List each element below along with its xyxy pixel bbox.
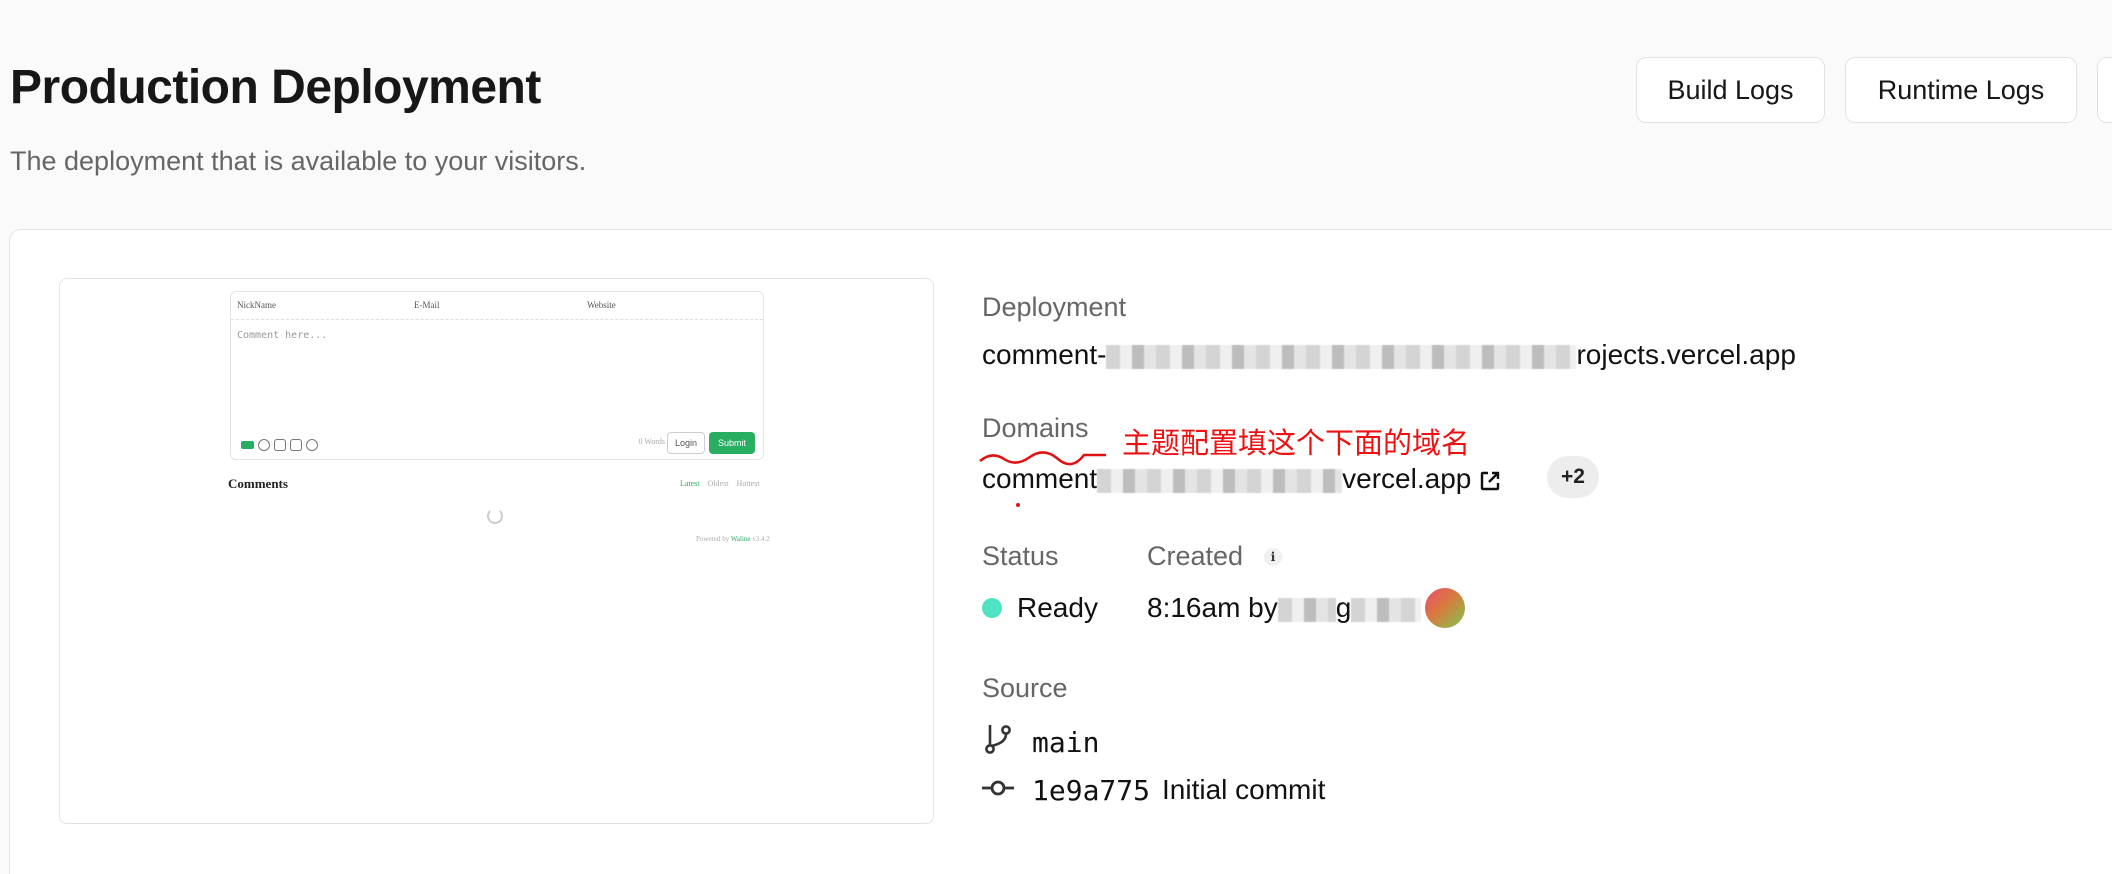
redacted-text: [1351, 597, 1422, 622]
image-icon: [290, 439, 302, 451]
runtime-logs-button[interactable]: Runtime Logs: [1845, 57, 2077, 123]
comment-toolbar: [241, 439, 318, 451]
git-commit-icon: [982, 780, 1014, 796]
comments-title: Comments: [228, 476, 288, 491]
deployment-preview[interactable]: NickName E-Mail Website Comment here... …: [59, 278, 934, 824]
loading-spinner-icon: [487, 508, 503, 524]
created-time: 8:16am by: [1147, 592, 1278, 623]
redacted-text: [1277, 597, 1336, 622]
website-field: Website: [587, 300, 616, 310]
preview-icon: [306, 439, 318, 451]
email-field: E-Mail: [414, 300, 440, 310]
submit-button: Submit: [709, 432, 755, 454]
deployment-url-suffix: rojects.vercel.app: [1576, 339, 1796, 370]
sort-latest: Latest: [680, 479, 700, 488]
markdown-icon: [241, 441, 254, 449]
redacted-text: [1106, 344, 1577, 369]
page-title: Production Deployment: [10, 61, 541, 114]
comment-sort: Latest Oldest Hottest: [680, 479, 760, 488]
nickname-field: NickName: [237, 300, 276, 310]
annotation-note: 主题配置填这个下面的域名: [1122, 426, 1471, 460]
commit-hash[interactable]: 1e9a775: [1032, 774, 1150, 807]
redacted-text: [1097, 468, 1343, 493]
git-branch-icon: [985, 725, 1011, 754]
source-label: Source: [982, 673, 1068, 703]
comment-form: NickName E-Mail Website Comment here... …: [230, 291, 764, 460]
comment-fields: NickName E-Mail Website: [231, 292, 763, 320]
powered-prefix: Powered by: [696, 535, 730, 543]
deployment-url-prefix: comment-: [982, 339, 1107, 370]
powered-brand: Waline: [730, 535, 751, 543]
gif-icon: [274, 439, 286, 451]
domains-label: Domains: [982, 413, 1089, 443]
external-link-icon: [1481, 471, 1500, 490]
deployment-label: Deployment: [982, 292, 1127, 322]
domain-link[interactable]: comment vercel.app: [982, 463, 1501, 495]
comment-textarea: Comment here...: [237, 330, 328, 341]
created-user-fragment: g: [1335, 592, 1352, 623]
status-label: Status: [982, 541, 1059, 571]
emoji-icon: [258, 439, 270, 451]
domain-prefix: comment: [982, 463, 1098, 494]
status-dot-icon: [982, 598, 1002, 618]
page-subtitle: The deployment that is available to your…: [10, 146, 587, 176]
deployment-url[interactable]: comment-rojects.vercel.app: [982, 339, 1796, 371]
status-value: Ready: [1017, 592, 1098, 623]
created-value: 8:16am by g: [1147, 592, 1422, 624]
more-actions-button[interactable]: [2097, 57, 2112, 123]
sort-hottest: Hottest: [736, 479, 760, 488]
avatar[interactable]: [1425, 588, 1465, 628]
more-domains-badge[interactable]: +2: [1547, 456, 1599, 498]
domain-suffix: vercel.app: [1342, 463, 1472, 494]
branch-name[interactable]: main: [1032, 726, 1099, 759]
powered-by: Powered by Waline v3.4.2: [696, 535, 770, 543]
powered-version: v3.4.2: [752, 535, 770, 543]
login-button: Login: [667, 432, 705, 454]
word-count: 0 Words: [638, 437, 665, 446]
created-label: Created: [1147, 541, 1244, 571]
info-icon[interactable]: i: [1264, 548, 1282, 566]
sort-oldest: Oldest: [707, 479, 729, 488]
build-logs-button[interactable]: Build Logs: [1636, 57, 1825, 123]
commit-message: Initial commit: [1162, 774, 1326, 805]
